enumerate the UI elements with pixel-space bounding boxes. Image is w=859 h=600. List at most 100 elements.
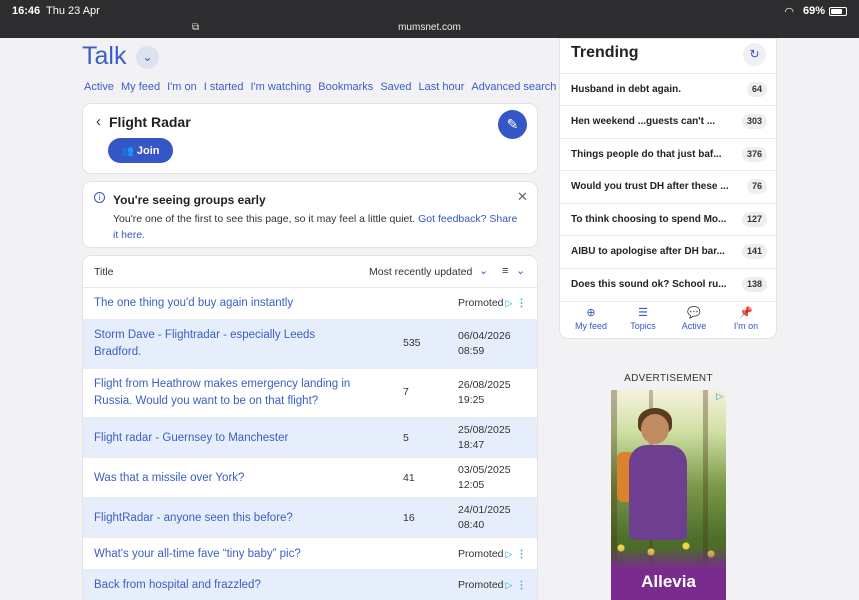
advertisement-label: ADVERTISEMENT xyxy=(624,373,713,384)
table-row[interactable]: The one thing you'd buy again instantly … xyxy=(83,288,537,320)
status-time: 16:46 xyxy=(12,5,41,17)
tab-label: I'm on xyxy=(733,321,759,331)
trending-title: Trending xyxy=(571,44,639,61)
compose-icon[interactable]: ✎ xyxy=(498,110,527,139)
thread-title[interactable]: Was that a missile over York? xyxy=(94,470,384,487)
page-title: Talk xyxy=(82,42,127,70)
last-updated: 26/08/2025 19:25 xyxy=(458,378,511,408)
nav-im-on[interactable]: I'm on xyxy=(167,81,197,93)
tab-active[interactable]: 💬 Active xyxy=(667,306,721,331)
tab-im-on[interactable]: 📌 I'm on xyxy=(719,306,773,331)
chevron-down-icon[interactable]: ⌄ xyxy=(136,46,159,69)
join-button[interactable]: 👥 Join xyxy=(108,138,173,163)
feedback-link[interactable]: Got feedback? xyxy=(418,213,486,225)
more-options-icon[interactable]: ⋮ xyxy=(516,580,526,591)
nav-im-watching[interactable]: I'm watching xyxy=(250,81,311,93)
thread-title[interactable]: Flight from Heathrow makes emergency lan… xyxy=(94,376,356,410)
nav-saved[interactable]: Saved xyxy=(380,81,411,93)
trending-thread-title[interactable]: Hen weekend ...guests can't ... xyxy=(571,116,731,127)
time: 08:40 xyxy=(458,519,485,531)
ad-choices-icon[interactable]: ▷ xyxy=(716,391,723,402)
nav-bookmarks[interactable]: Bookmarks xyxy=(318,81,373,93)
table-row[interactable]: Back from hospital and frazzled? Promote… xyxy=(83,570,537,600)
battery-icon xyxy=(829,7,847,16)
chevron-down-icon[interactable]: ⌄ xyxy=(516,264,525,277)
reply-count: 5 xyxy=(403,432,409,444)
chevron-down-icon[interactable]: ⌄ xyxy=(479,264,488,277)
ad-choices-icon[interactable]: ▷ xyxy=(506,549,513,559)
trending-item[interactable]: Hen weekend ...guests can't ... 303 xyxy=(560,105,778,137)
hiker-face-shape xyxy=(641,414,669,444)
date: 25/08/2025 xyxy=(458,424,511,436)
tab-label: Active xyxy=(681,321,707,331)
address-bar[interactable]: mumsnet.com xyxy=(0,22,859,33)
nav-active[interactable]: Active xyxy=(84,81,114,93)
trending-thread-title[interactable]: Would you trust DH after these ... xyxy=(571,181,731,192)
list-view-icon[interactable]: ≡ xyxy=(502,265,508,277)
refresh-icon[interactable]: ↻ xyxy=(743,43,766,66)
trending-item[interactable]: Husband in debt again. 64 xyxy=(560,73,778,105)
advertisement-image[interactable]: Allevia ▷ xyxy=(611,390,726,600)
thread-title[interactable]: Storm Dave - Flightradar - especially Le… xyxy=(94,327,334,361)
trending-count: 64 xyxy=(746,82,767,97)
table-row[interactable]: What's your all-time fave “tiny baby” pi… xyxy=(83,538,537,570)
table-row[interactable]: Flight radar - Guernsey to Manchester 5 … xyxy=(83,418,537,458)
thread-title[interactable]: FlightRadar - anyone seen this before? xyxy=(94,510,384,527)
date: 03/05/2025 xyxy=(458,464,511,476)
trending-thread-title[interactable]: AIBU to apologise after DH bar... xyxy=(571,246,731,257)
pin-icon: 📌 xyxy=(739,307,753,319)
tab-label: Topics xyxy=(630,321,656,331)
trending-item[interactable]: Does this sound ok? School ru... 138 xyxy=(560,268,778,300)
time: 08:59 xyxy=(458,345,485,357)
ad-choices-icon[interactable]: ▷ xyxy=(506,580,513,590)
trending-item[interactable]: AIBU to apologise after DH bar... 141 xyxy=(560,235,778,267)
table-row[interactable]: Storm Dave - Flightradar - especially Le… xyxy=(83,320,537,369)
trending-count: 76 xyxy=(746,179,767,194)
battery-percent: 69% xyxy=(802,5,825,17)
close-icon[interactable]: ✕ xyxy=(517,189,528,205)
sort-select[interactable]: Most recently updated xyxy=(369,266,472,278)
thread-title[interactable]: Back from hospital and frazzled? xyxy=(94,577,384,594)
trending-item[interactable]: Would you trust DH after these ... 76 xyxy=(560,170,778,202)
ad-choices-icon[interactable]: ▷ xyxy=(506,298,513,308)
notice-body: You're one of the first to see this page… xyxy=(113,211,523,243)
table-row[interactable]: FlightRadar - anyone seen this before? 1… xyxy=(83,498,537,538)
more-options-icon[interactable]: ⋮ xyxy=(516,298,526,309)
thread-title[interactable]: The one thing you'd buy again instantly xyxy=(94,295,384,312)
trending-count: 141 xyxy=(741,244,767,259)
trending-thread-title[interactable]: Husband in debt again. xyxy=(571,84,731,95)
table-row[interactable]: Flight from Heathrow makes emergency lan… xyxy=(83,369,537,418)
reply-count: 7 xyxy=(403,386,409,398)
more-options-icon[interactable]: ⋮ xyxy=(516,549,526,560)
time: 19:25 xyxy=(458,394,485,406)
promoted-label: Promoted ▷ ⋮ xyxy=(458,297,526,309)
tab-topics[interactable]: ☰ Topics xyxy=(616,306,670,331)
table-row[interactable]: Was that a missile over York? 41 03/05/2… xyxy=(83,458,537,498)
trending-count: 376 xyxy=(741,147,767,162)
tab-my-feed[interactable]: ⊕ My feed xyxy=(564,306,618,331)
back-chevron-icon[interactable]: ‹ xyxy=(96,113,101,130)
date: 24/01/2025 xyxy=(458,504,511,516)
reply-count: 16 xyxy=(403,512,415,524)
thread-title[interactable]: What's your all-time fave “tiny baby” pi… xyxy=(94,546,384,563)
feed-plus-icon: ⊕ xyxy=(586,307,596,319)
trending-thread-title[interactable]: Does this sound ok? School ru... xyxy=(571,279,731,290)
group-header-card: ‹ Flight Radar 👥 Join ✎ xyxy=(82,103,538,174)
people-icon: 👥 xyxy=(121,145,134,157)
nav-advanced-search[interactable]: Advanced search xyxy=(471,81,556,93)
notice-title: You're seeing groups early xyxy=(113,193,266,207)
chat-bubbles-icon: 💬 xyxy=(687,307,701,319)
nav-my-feed[interactable]: My feed xyxy=(121,81,160,93)
sub-navigation: Active My feed I'm on I started I'm watching… xyxy=(84,81,563,93)
promoted-text: Promoted xyxy=(458,579,504,591)
trending-item[interactable]: Things people do that just baf... 376 xyxy=(560,138,778,170)
trending-thread-title[interactable]: Things people do that just baf... xyxy=(571,149,731,160)
trending-item[interactable]: To think choosing to spend Mo... 127 xyxy=(560,203,778,235)
nav-i-started[interactable]: I started xyxy=(204,81,244,93)
trending-thread-title[interactable]: To think choosing to spend Mo... xyxy=(571,214,731,225)
date: 26/08/2025 xyxy=(458,379,511,391)
tab-label: My feed xyxy=(574,321,607,331)
nav-last-hour[interactable]: Last hour xyxy=(419,81,465,93)
info-icon: i xyxy=(94,192,105,203)
thread-title[interactable]: Flight radar - Guernsey to Manchester xyxy=(94,430,384,447)
